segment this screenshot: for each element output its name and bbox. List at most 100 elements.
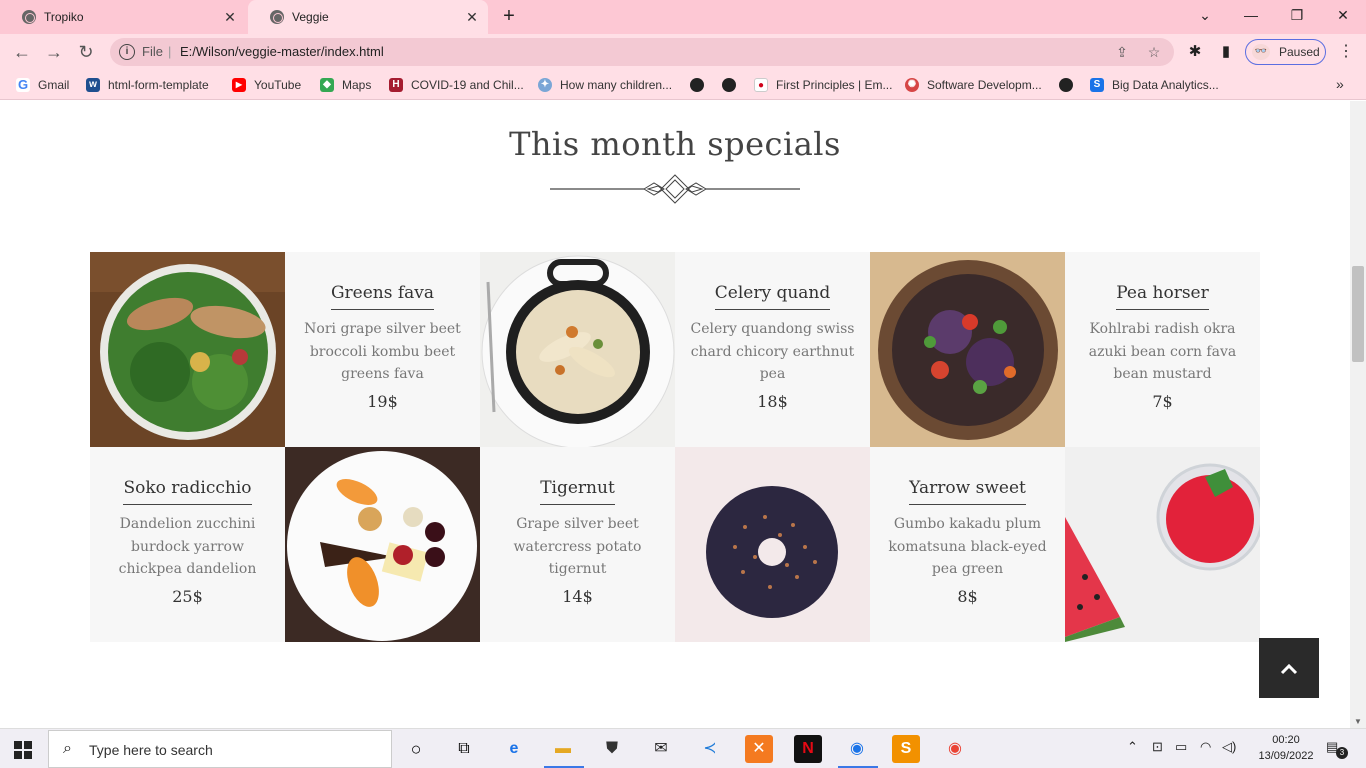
xampp-icon[interactable]: ✕	[745, 735, 773, 763]
menu-item-card: Greens fava Nori grape silver beet brocc…	[285, 252, 480, 447]
globe-icon	[1059, 78, 1073, 92]
item-description: Celery quandong swiss chard chicory eart…	[690, 321, 855, 382]
task-view-icon[interactable]: ⧉	[450, 735, 478, 763]
bookmark-label: Gmail	[38, 78, 70, 92]
pasta-pot-photo	[480, 252, 675, 447]
more-bookmarks-icon[interactable]: »	[1336, 76, 1344, 92]
item-description: Kohlrabi radish okra azuki bean corn fav…	[1088, 321, 1237, 382]
url-text[interactable]: E:/Wilson/veggie-master/index.html	[180, 44, 384, 59]
bookmark-globe-1[interactable]	[690, 77, 704, 93]
clock-date: 13/09/2022	[1258, 750, 1314, 762]
globe-icon	[22, 10, 36, 24]
bookmark-how-many-children[interactable]: ✦ How many children...	[538, 77, 672, 93]
battery-icon[interactable]: ▭	[1175, 739, 1187, 755]
item-price: 19$	[367, 391, 398, 411]
netflix-icon[interactable]: N	[794, 735, 822, 763]
scrollbar-thumb[interactable]	[1352, 266, 1364, 362]
store-icon[interactable]: ⛊	[598, 735, 626, 763]
bookmark-maps[interactable]: ◆ Maps	[320, 77, 371, 93]
scroll-down-icon[interactable]: ▼	[1354, 717, 1362, 726]
globe-icon	[690, 78, 704, 92]
youtube-icon: ▶	[232, 78, 246, 92]
windows-start-icon[interactable]	[14, 741, 32, 759]
menu-item-card: Soko radicchio Dandelion zucchini burdoc…	[90, 447, 285, 642]
w3-icon: w	[86, 78, 100, 92]
protocol-label: File	[142, 44, 163, 59]
new-tab-button[interactable]: +	[498, 5, 520, 27]
close-window-button[interactable]: ✕	[1320, 0, 1366, 30]
reload-button[interactable]: ↻	[74, 40, 98, 64]
fruit-dessert-plate-photo	[285, 447, 480, 642]
bookmark-first-principles[interactable]: ● First Principles | Em...	[754, 77, 892, 93]
bookmark-covid[interactable]: H COVID-19 and Chil...	[389, 77, 524, 93]
forward-button[interactable]: →	[42, 40, 66, 64]
taskbar-search-box[interactable]: ⌕ Type here to search	[48, 730, 392, 768]
separator: |	[168, 44, 172, 59]
side-panel-icon[interactable]: ▮	[1216, 42, 1236, 62]
bookmark-globe-3[interactable]	[1059, 77, 1073, 93]
restore-button[interactable]: ❐	[1274, 0, 1320, 30]
menu-item-card: Pea horser Kohlrabi radish okra azuki be…	[1065, 252, 1260, 447]
tab-search-icon[interactable]: ⌄	[1182, 0, 1228, 30]
item-name: Tigernut	[540, 478, 615, 505]
close-tab-icon[interactable]: ✕	[464, 9, 480, 25]
item-name: Celery quand	[714, 283, 831, 310]
maps-icon: ◆	[320, 78, 334, 92]
bookmark-label: First Principles | Em...	[776, 78, 893, 92]
bookmark-globe-2[interactable]	[722, 77, 736, 93]
profile-button[interactable]: 👓 Paused	[1245, 39, 1326, 65]
page-scrollbar[interactable]: ▼	[1350, 101, 1366, 728]
vscode-icon[interactable]: ≺	[696, 735, 724, 763]
notifications-button[interactable]: ▤ 3	[1326, 739, 1348, 759]
item-description: Gumbo kakadu plum komatsuna black-eyed p…	[888, 516, 1047, 577]
bookmark-label: Software Developm...	[927, 78, 1042, 92]
bookmark-star-icon[interactable]: ☆	[1144, 42, 1164, 62]
wifi-icon[interactable]: ◠	[1200, 739, 1211, 755]
bookmark-software-development[interactable]: ✺ Software Developm...	[905, 77, 1042, 93]
volume-icon[interactable]: ◁)	[1222, 739, 1236, 755]
sublime-icon[interactable]: S	[892, 735, 920, 763]
tab-veggie[interactable]: Veggie ✕	[248, 0, 488, 34]
clock-time: 00:20	[1272, 734, 1300, 746]
address-bar[interactable]: i File | E:/Wilson/veggie-master/index.h…	[110, 38, 1174, 66]
profile-label: Paused	[1279, 45, 1320, 59]
globe-icon	[722, 78, 736, 92]
bookmark-youtube[interactable]: ▶ YouTube	[232, 77, 301, 93]
file-explorer-icon[interactable]: ▬	[549, 735, 577, 763]
globe-icon	[270, 10, 284, 24]
bookmark-label: Maps	[342, 78, 372, 92]
clock[interactable]: 00:20 13/09/2022	[1258, 732, 1314, 764]
page-viewport: This month specials Greens fava Nori gra…	[0, 101, 1350, 728]
chrome-icon[interactable]: ◉	[941, 735, 969, 763]
bookmark-gmail[interactable]: G Gmail	[16, 77, 69, 93]
menu-item-card: Yarrow sweet Gumbo kakadu plum komatsuna…	[870, 447, 1065, 642]
meet-now-icon[interactable]: ⊡	[1152, 739, 1163, 755]
extensions-icon[interactable]: ✱	[1185, 42, 1205, 62]
bookmarks-bar: G Gmail w html-form-template ▶ YouTube ◆…	[0, 70, 1366, 100]
tab-tropiko[interactable]: Tropiko ✕	[0, 0, 246, 34]
bookmark-html-form-template[interactable]: w html-form-template	[86, 77, 209, 93]
avatar: 👓	[1252, 44, 1270, 60]
close-tab-icon[interactable]: ✕	[222, 9, 238, 25]
s-icon: S	[1090, 78, 1104, 92]
menu-icon[interactable]: ⋮	[1338, 42, 1354, 62]
cortana-icon[interactable]: ○	[402, 735, 430, 763]
globe-icon: ✦	[538, 78, 552, 92]
chocolate-donut-photo	[675, 447, 870, 642]
item-price: 7$	[1152, 391, 1173, 411]
back-to-top-button[interactable]	[1259, 638, 1319, 698]
mail-icon[interactable]: ✉	[647, 735, 675, 763]
edge-icon[interactable]: e	[500, 735, 528, 763]
chrome-profile-icon[interactable]: ◉	[843, 735, 871, 763]
info-icon[interactable]: i	[119, 44, 135, 60]
item-price: 8$	[957, 586, 978, 606]
item-description: Nori grape silver beet broccoli kombu be…	[304, 321, 461, 382]
flag-icon: ●	[754, 78, 768, 92]
item-description: Grape silver beet watercress potato tige…	[513, 516, 642, 577]
item-name: Yarrow sweet	[909, 478, 1026, 505]
show-hidden-icons-icon[interactable]: ⌃	[1127, 739, 1138, 755]
share-icon[interactable]: ⇪	[1112, 42, 1132, 62]
back-button[interactable]: ←	[10, 40, 34, 64]
minimize-button[interactable]: —	[1228, 0, 1274, 30]
bookmark-big-data[interactable]: S Big Data Analytics...	[1090, 77, 1219, 93]
